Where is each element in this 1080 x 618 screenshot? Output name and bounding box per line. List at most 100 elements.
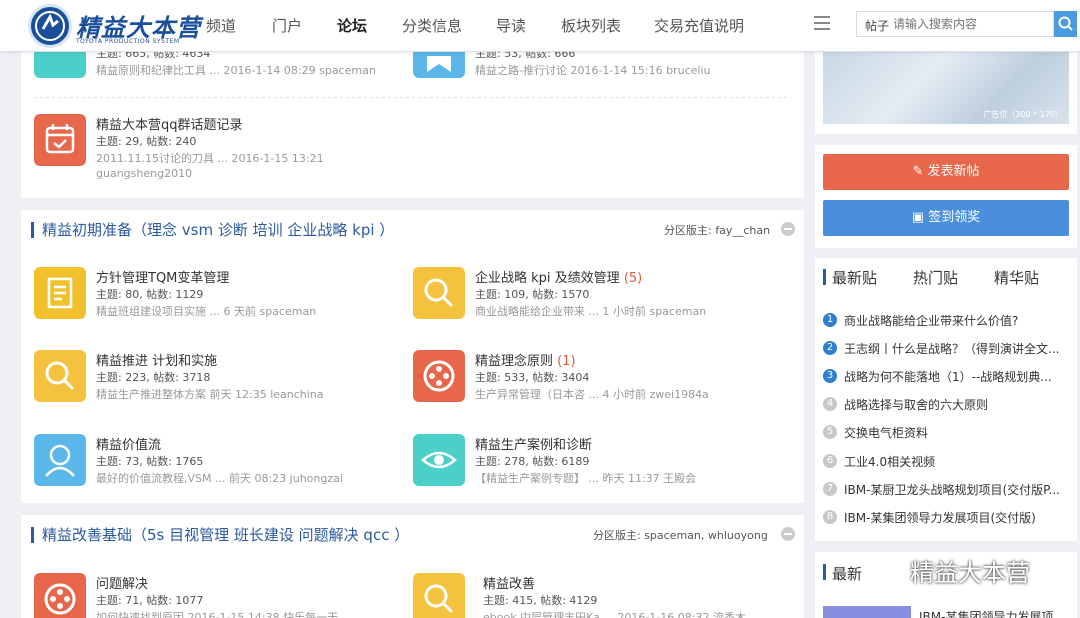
forum-section-1: 精益初期准备（理念 vsm 诊断 培训 企业战略 kpi ） 分区版主: fay… <box>21 210 804 503</box>
watermark-text: 精益大本营 <box>910 559 1030 587</box>
ad-panel: 广告位（300 * 170） <box>815 52 1077 134</box>
film-reel-icon <box>413 350 465 402</box>
forum-item[interactable]: 企业战略 kpi 及绩效管理 (5) 主题: 109, 帖数: 1570 商业战… <box>413 267 793 321</box>
tab-accent <box>823 269 826 285</box>
site-logo[interactable]: 精益大本营 TOYOTA PRODUCTION SYSTEM <box>28 4 200 48</box>
forum-last-author[interactable]: guangsheng2010 <box>96 167 192 180</box>
section-title[interactable]: 精益改善基础（5s 目视管理 班长建设 问题解决 qcc ） <box>31 527 409 543</box>
search-icon <box>1058 16 1073 31</box>
forum-last-post[interactable]: 最好的价值流教程,VSM ... 前天 08:23 juhongzai <box>96 470 343 486</box>
forum-title[interactable]: 精益推进 计划和实施 <box>96 350 217 369</box>
section-moderator[interactable]: 分区版主: fay__chan <box>664 222 770 238</box>
forum-item[interactable]: 精益推进 计划和实施 主题: 223, 帖数: 3718 精益生产推进整体方案 … <box>34 350 394 404</box>
forum-last-post[interactable]: 如何快速找到原因 2016-1-15 14:38 快乐每一天 <box>96 609 338 618</box>
forum-last-post[interactable]: 【精益生产案例专题】 ... 昨天 11:37 王殿会 <box>475 470 696 486</box>
document-icon <box>34 267 86 319</box>
forum-title[interactable]: 精益大本营qq群话题记录 <box>96 114 243 133</box>
wechat-icon <box>874 556 904 582</box>
new-post-button[interactable]: ✎ 发表新帖 <box>823 154 1069 190</box>
list-item[interactable]: 5 交换电气柜资料 <box>823 423 1068 443</box>
list-item[interactable]: 6 工业4.0相关视频 <box>823 452 1068 472</box>
forum-stats: 主题: 415, 帖数: 4129 <box>483 594 598 607</box>
forum-item[interactable]: 问题解决 主题: 71, 帖数: 1077 如何快速找到原因 2016-1-15… <box>34 573 394 618</box>
forum-title[interactable]: 问题解决 <box>96 573 148 592</box>
forum-title[interactable]: 企业战略 kpi 及绩效管理 (5) <box>475 267 642 286</box>
ad-image[interactable]: 广告位（300 * 170） <box>823 52 1069 124</box>
nav-portal[interactable]: 门户 <box>272 15 302 36</box>
menu-icon[interactable] <box>814 16 830 32</box>
forum-title[interactable]: 方针管理TQM变革管理 <box>96 267 229 286</box>
forum-stats: 主题: 533, 帖数: 3404 <box>475 371 590 384</box>
forum-title[interactable]: 精益改善 <box>483 573 535 592</box>
magnifier-icon <box>413 573 465 618</box>
section-title[interactable]: 精益初期准备（理念 vsm 诊断 培训 企业战略 kpi ） <box>31 222 394 238</box>
collapse-icon[interactable] <box>781 222 795 236</box>
user-icon <box>34 434 86 486</box>
list-item[interactable]: 2 王志纲丨什么是战略？（得到演讲全文... <box>823 339 1068 359</box>
forum-stats: 主题: 29, 帖数: 240 <box>96 135 197 148</box>
forum-title[interactable]: 精益理念原则 (1) <box>475 350 576 369</box>
forum-item[interactable]: 精益大本营qq群话题记录 主题: 29, 帖数: 240 2011.11.15讨… <box>34 114 394 184</box>
forum-item[interactable]: 精益理念原则 (1) 主题: 533, 帖数: 3404 生产异常管理（日本咨 … <box>413 350 793 404</box>
forum-last-post[interactable]: 精益生产推进整体方案 前天 12:35 leanchina <box>96 386 324 402</box>
forum-item[interactable]: 精益改善 主题: 415, 帖数: 4129 ebook 中层管理丰田Ka ..… <box>413 573 793 618</box>
edit-icon: ✎ <box>912 164 924 179</box>
forum-last-post[interactable]: 2011.11.15讨论的刀具 ... 2016-1-15 13:21 <box>96 150 324 166</box>
forum-stats: 主题: 223, 帖数: 3718 <box>96 371 211 384</box>
forum-stats: 主题: 109, 帖数: 1570 <box>475 288 590 301</box>
signin-button[interactable]: ▣ 签到领奖 <box>823 200 1069 236</box>
logo-subtitle: TOYOTA PRODUCTION SYSTEM <box>76 38 180 45</box>
forum-last-post[interactable]: 商业战略能给企业带来 ... 1 小时前 spaceman <box>475 303 706 319</box>
search-category[interactable]: 帖子 <box>865 17 889 34</box>
latest-item[interactable]: IBM-某集团领导力发展项 <box>919 608 1053 618</box>
collapse-icon[interactable] <box>781 527 795 541</box>
search-input[interactable] <box>893 14 1043 34</box>
forum-last-post[interactable]: ebook 中层管理丰田Ka ... 2016-1-16 08:32 流香木 <box>483 609 746 618</box>
magnifier-icon <box>413 267 465 319</box>
forum-stats: 主题: 73, 帖数: 1765 <box>96 455 204 468</box>
forum-title[interactable]: 精益价值流 <box>96 434 161 453</box>
nav-board-list[interactable]: 板块列表 <box>561 15 621 36</box>
forum-section-2: 精益改善基础（5s 目视管理 班长建设 问题解决 qcc ） 分区版主: spa… <box>21 515 804 618</box>
section-moderator[interactable]: 分区版主: spaceman, whluoyong <box>593 527 768 543</box>
list-item[interactable]: 8 IBM-某集团领导力发展项目(交付版) <box>823 508 1068 528</box>
nav-channel[interactable]: 频道 <box>206 15 236 36</box>
calendar-check-icon <box>34 114 86 166</box>
forum-item[interactable]: 精益生产案例和诊断 主题: 278, 帖数: 6189 【精益生产案例专题】 .… <box>413 434 793 488</box>
nav-recharge[interactable]: 交易充值说明 <box>654 15 744 36</box>
tab-hot[interactable]: 热门贴 <box>913 267 958 288</box>
divider <box>34 97 791 98</box>
forum-stats: 主题: 71, 帖数: 1077 <box>96 594 204 607</box>
top-header: 精益大本营 TOYOTA PRODUCTION SYSTEM 频道 门户 论坛 … <box>0 0 1080 52</box>
thumbnail[interactable] <box>823 606 911 618</box>
search-button[interactable] <box>1054 11 1077 37</box>
list-item[interactable]: 7 IBM-某厨卫龙头战略规划项目(交付版P... <box>823 480 1068 500</box>
calendar-icon: ▣ <box>911 210 925 225</box>
logo-badge-icon <box>28 4 72 48</box>
forum-last-post[interactable]: 精益之路-推行讨论 2016-1-14 15:16 bruceliu <box>475 62 710 78</box>
ad-label: 广告位（300 * 170） <box>983 110 1063 119</box>
forum-last-post[interactable]: 精益班组建设项目实施 ... 6 天前 spaceman <box>96 303 316 319</box>
list-item[interactable]: 1 商业战略能给企业带来什么价值? <box>823 311 1068 331</box>
forum-item[interactable]: 方针管理TQM变革管理 主题: 80, 帖数: 1129 精益班组建设项目实施 … <box>34 267 394 321</box>
nav-guide[interactable]: 导读 <box>496 15 526 36</box>
forum-stats: 主题: 278, 帖数: 6189 <box>475 455 590 468</box>
forum-item[interactable]: 精益价值流 主题: 73, 帖数: 1765 最好的价值流教程,VSM ... … <box>34 434 394 488</box>
nav-classifieds[interactable]: 分类信息 <box>402 15 462 36</box>
forum-stats: 主题: 80, 帖数: 1129 <box>96 288 204 301</box>
search-box: 帖子 <box>856 11 1054 37</box>
list-item[interactable]: 4 战略选择与取舍的六大原则 <box>823 395 1068 415</box>
list-item[interactable]: 3 战略为何不能落地（1）--战略规划典... <box>823 367 1068 387</box>
forum-last-post[interactable]: 精益原则和纪律比工具 ... 2016-1-14 08:29 spaceman <box>96 62 376 78</box>
new-post-count: (5) <box>623 271 643 286</box>
new-post-count: (1) <box>557 354 576 369</box>
film-reel-icon <box>34 573 86 618</box>
eye-icon <box>413 434 465 486</box>
latest-title[interactable]: 最新 <box>832 563 862 584</box>
tab-latest[interactable]: 最新贴 <box>832 267 877 288</box>
forum-last-post[interactable]: 生产异常管理（日本咨 ... 4 小时前 zwei1984a <box>475 386 709 402</box>
tab-featured[interactable]: 精华贴 <box>994 267 1039 288</box>
nav-forum[interactable]: 论坛 <box>337 15 367 36</box>
forum-title[interactable]: 精益生产案例和诊断 <box>475 434 592 453</box>
magnifier-icon <box>34 350 86 402</box>
